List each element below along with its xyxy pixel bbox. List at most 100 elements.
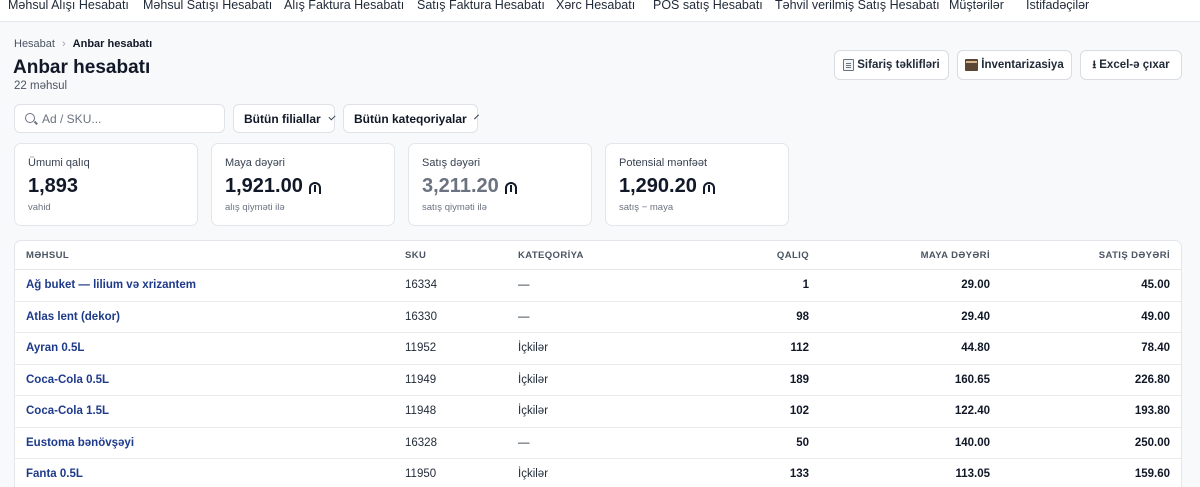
stat-card-sales-value: Satış dəyəri 3,211.20 satış qiyməti ilə [408, 143, 592, 226]
table-header: MƏHSUL SKU KATEQORİYA QALIQ MAYA DƏYƏRİ … [15, 241, 1181, 270]
inventory-button[interactable]: İnventarizasiya [957, 50, 1072, 80]
stat-card-cost-value: Maya dəyəri 1,921.00 alış qiyməti ilə [211, 143, 395, 226]
stat-value: 1,893 [28, 175, 79, 197]
stock-cell: 189 [789, 373, 809, 386]
category-cell: — [518, 310, 530, 323]
column-header-sku[interactable]: SKU [405, 250, 426, 261]
table-row: Ayran 0.5L 11952 İçkilər 112 44.80 78.40 [15, 333, 1181, 365]
stat-card-potential-profit: Potensial mənfəət 1,290.20 satış − maya [605, 143, 789, 226]
nav-item-customers[interactable]: Müştərilər [949, 0, 1004, 13]
sale-cell: 45.00 [1141, 279, 1170, 291]
table-row: Coca-Cola 1.5L 11948 İçkilər 102 122.40 … [15, 396, 1181, 428]
stat-label: Potensial mənfəət [619, 157, 708, 169]
sale-cell: 226.80 [1134, 373, 1170, 386]
column-header-product[interactable]: MƏHSUL [26, 250, 69, 261]
stat-sublabel: satış − maya [619, 202, 674, 213]
product-link[interactable]: Coca-Cola 0.5L [26, 374, 109, 386]
download-icon: ⭳ [1092, 58, 1097, 71]
breadcrumb-parent[interactable]: Hesabat [14, 38, 55, 50]
visibility-toggle-icon[interactable] [504, 181, 517, 194]
product-link[interactable]: Ağ buket — lilium və xrizantem [26, 279, 196, 291]
stat-label: Ümumi qalıq [28, 157, 90, 169]
order-suggestions-label: Sifariş təklifləri [857, 59, 940, 71]
stock-cell: 133 [789, 468, 809, 480]
stat-label: Maya dəyəri [225, 157, 285, 169]
category-cell: — [518, 436, 530, 449]
stat-sublabel: vahid [28, 202, 51, 213]
nav-item-product-sales[interactable]: Məhsul Satışı Hesabatı [143, 0, 272, 13]
stock-cell: 102 [789, 405, 809, 417]
category-cell: İçkilər [518, 405, 549, 417]
category-cell: İçkilər [518, 342, 549, 354]
category-select[interactable]: Bütün kateqoriyalar [343, 104, 479, 133]
stat-sublabel: alış qiyməti ilə [225, 202, 285, 213]
column-header-sale[interactable]: SATIŞ DƏYƏRİ [1099, 250, 1170, 261]
nav-item-sales-invoice[interactable]: Satış Faktura Hesabatı [417, 0, 545, 13]
product-link[interactable]: Atlas lent (dekor) [26, 311, 120, 323]
sale-cell: 49.00 [1141, 310, 1170, 323]
sku-cell: 16328 [405, 436, 437, 449]
stat-value: 3,211.20 [422, 175, 517, 198]
table-row: Fanta 0.5L 11950 İçkilər 133 113.05 159.… [15, 459, 1181, 487]
category-cell: İçkilər [518, 373, 549, 386]
stat-value: 1,290.20 [619, 175, 715, 198]
column-header-category[interactable]: KATEQORİYA [518, 250, 584, 261]
nav-item-users[interactable]: İstifadəçilər [1026, 0, 1089, 13]
cost-cell: 113.05 [955, 468, 990, 480]
breadcrumb-current: Anbar hesabatı [72, 38, 153, 50]
product-link[interactable]: Coca-Cola 1.5L [26, 405, 109, 417]
sku-cell: 11949 [405, 373, 437, 386]
breadcrumb: Hesabat › Anbar hesabatı [14, 38, 152, 50]
search-box [14, 104, 225, 133]
category-cell: — [518, 279, 530, 291]
nav-item-expense[interactable]: Xərc Hesabatı [556, 0, 635, 13]
product-link[interactable]: Eustoma bənövşəyi [26, 437, 134, 449]
table-row: Coca-Cola 0.5L 11949 İçkilər 189 160.65 … [15, 365, 1181, 396]
search-input[interactable] [42, 110, 217, 128]
order-suggestions-button[interactable]: Sifariş təklifləri [834, 50, 949, 80]
product-link[interactable]: Fanta 0.5L [26, 468, 83, 480]
stat-value: 1,921.00 [225, 175, 321, 198]
cost-cell: 29.40 [961, 310, 990, 323]
cost-cell: 44.80 [961, 342, 990, 354]
cost-cell: 29.00 [961, 279, 990, 291]
export-excel-button[interactable]: ⭳ Excel-ə çıxar [1080, 50, 1182, 80]
sku-cell: 11950 [405, 468, 437, 480]
sku-cell: 16334 [405, 279, 437, 291]
cost-cell: 122.40 [954, 405, 990, 417]
table-row: Atlas lent (dekor) 16330 — 98 29.40 49.0… [15, 302, 1181, 333]
document-icon [843, 59, 855, 71]
column-header-stock[interactable]: QALIQ [777, 250, 809, 261]
branch-select[interactable]: Bütün filiallar [233, 104, 336, 133]
column-header-cost[interactable]: MAYA DƏYƏRİ [921, 250, 990, 261]
stock-cell: 50 [796, 436, 809, 449]
stat-card-total-stock: Ümumi qalıq 1,893 vahid [14, 143, 198, 226]
top-navigation: Məhsul Alışı Hesabatı Məhsul Satışı Hesa… [0, 0, 1200, 22]
sale-cell: 159.60 [1134, 468, 1170, 480]
page-title: Anbar hesabatı [13, 57, 151, 78]
breadcrumb-separator-icon: › [61, 38, 66, 50]
branch-select-value: Bütün filiallar [244, 111, 321, 126]
visibility-toggle-icon[interactable] [702, 181, 715, 194]
sku-cell: 16330 [405, 310, 437, 323]
cost-cell: 140.00 [954, 436, 990, 449]
chevron-down-icon [473, 113, 479, 120]
search-icon [25, 113, 35, 123]
visibility-toggle-icon[interactable] [308, 181, 321, 194]
nav-item-purchase-invoice[interactable]: Alış Faktura Hesabatı [284, 0, 404, 13]
export-excel-label: Excel-ə çıxar [1099, 59, 1170, 71]
nav-item-delivered-sales[interactable]: Təhvil verilmiş Satış Hesabatı [775, 0, 940, 13]
stock-cell: 112 [790, 342, 809, 354]
product-count: 22 məhsul [14, 80, 68, 92]
table-row: Ağ buket — lilium və xrizantem 16334 — 1… [15, 270, 1181, 302]
nav-item-pos-sales[interactable]: POS satış Hesabatı [653, 0, 763, 13]
product-link[interactable]: Ayran 0.5L [26, 342, 84, 354]
sale-cell: 78.40 [1141, 342, 1170, 354]
table-row: Eustoma bənövşəyi 16328 — 50 140.00 250.… [15, 428, 1181, 459]
clipboard-icon [965, 59, 979, 71]
stock-cell: 1 [802, 279, 809, 291]
nav-item-product-purchase[interactable]: Məhsul Alışı Hesabatı [8, 0, 129, 13]
chevron-down-icon [328, 112, 336, 121]
category-select-value: Bütün kateqoriyalar [354, 111, 467, 126]
sale-cell: 193.80 [1134, 405, 1170, 417]
